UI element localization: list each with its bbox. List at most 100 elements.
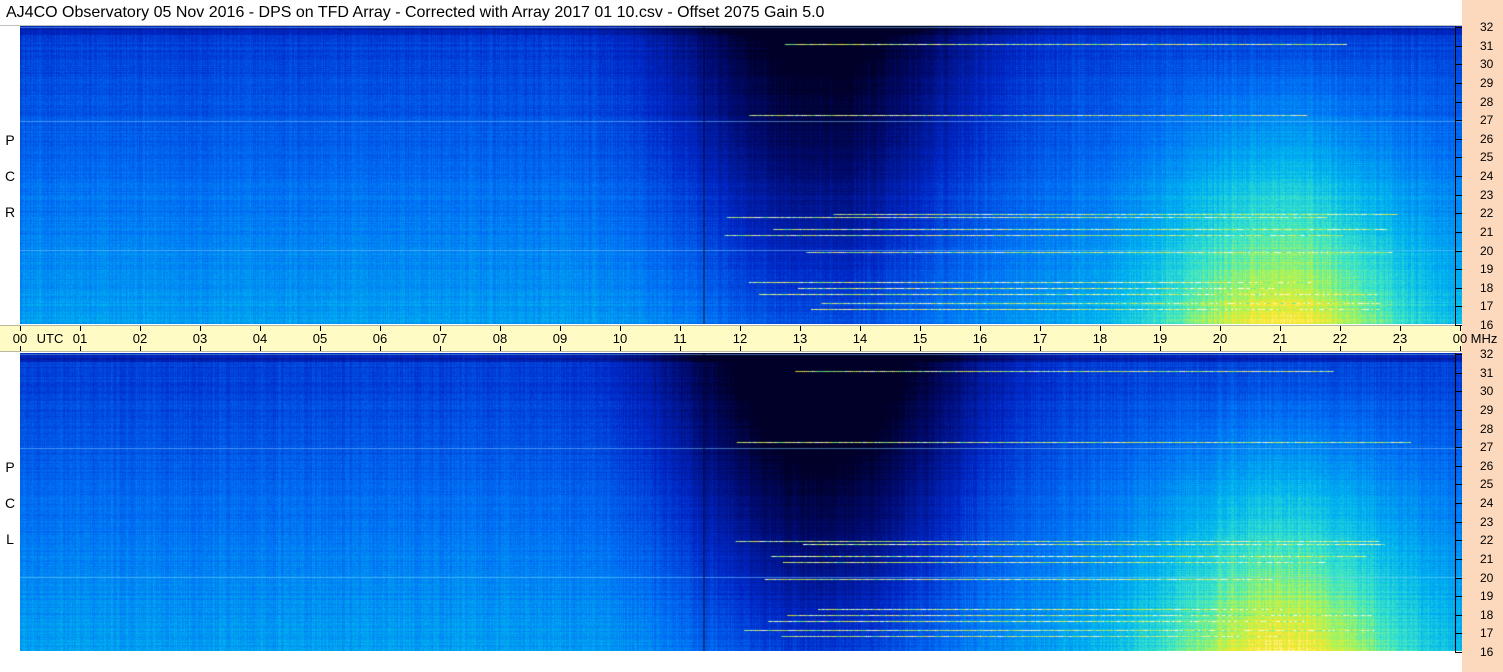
freq-tick-label: 26 — [1480, 131, 1494, 146]
time-tick-label: 02 — [132, 331, 148, 346]
freq-tick-label: 17 — [1480, 626, 1494, 641]
freq-tick — [1456, 176, 1462, 177]
freq-tick-label: 29 — [1480, 75, 1494, 90]
freq-tick — [1456, 558, 1462, 560]
freq-tick-label: 16 — [1480, 645, 1494, 659]
lcp-freq-axis: 16 17 18 19 20 21 22 23 24 25 26 27 28 29 30 31 32 — [1455, 348, 1503, 658]
freq-tick — [1456, 428, 1462, 430]
freq-tick-label: 27 — [1480, 113, 1494, 128]
time-tick — [860, 346, 861, 351]
time-tick — [1220, 326, 1221, 331]
time-tick — [200, 346, 201, 351]
time-tick-label: 01 — [72, 331, 88, 346]
time-tick-label: 14 — [852, 331, 868, 346]
freq-tick — [1456, 157, 1462, 159]
freq-tick — [1456, 652, 1462, 653]
freq-tick — [1456, 213, 1462, 215]
time-tick — [920, 326, 921, 331]
time-tick — [740, 346, 741, 351]
freq-tick-label: 20 — [1480, 243, 1494, 258]
time-tick — [620, 346, 621, 351]
time-tick — [920, 346, 921, 351]
freq-tick-label: 32 — [1480, 347, 1494, 361]
freq-tick — [1456, 465, 1462, 467]
freq-tick — [1456, 391, 1462, 393]
freq-tick-label: 28 — [1480, 421, 1494, 436]
time-tick — [800, 346, 801, 351]
freq-tick — [1456, 45, 1462, 47]
time-tick — [1460, 326, 1461, 331]
time-tick-label: 07 — [432, 331, 448, 346]
time-tick — [1460, 346, 1461, 351]
freq-tick — [1456, 306, 1462, 308]
freq-tick-label: 32 — [1480, 20, 1494, 34]
time-tick — [260, 346, 261, 351]
freq-tick-label: 16 — [1480, 318, 1494, 332]
freq-tick-label: 18 — [1480, 607, 1494, 622]
time-tick-label: 23 — [1392, 331, 1408, 346]
time-tick — [380, 346, 381, 351]
time-tick-label: 00 — [1452, 331, 1468, 346]
rcp-freq-axis: 16 17 18 19 20 21 22 23 24 25 26 27 28 29 30 31 32 — [1455, 21, 1503, 331]
time-tick-label: 16 — [972, 331, 988, 346]
time-tick — [20, 326, 21, 331]
time-tick-label: 21 — [1272, 331, 1288, 346]
time-tick — [740, 326, 741, 331]
freq-tick-label: 19 — [1480, 262, 1494, 277]
freq-tick — [1456, 194, 1462, 196]
time-tick-label: 08 — [492, 331, 508, 346]
freq-tick — [1456, 325, 1462, 326]
freq-tick-label: 30 — [1480, 384, 1494, 399]
freq-tick — [1456, 409, 1462, 411]
freq-tick-label: 28 — [1480, 94, 1494, 109]
freq-tick-label: 29 — [1480, 402, 1494, 417]
freq-tick — [1456, 120, 1462, 122]
time-tick — [1400, 326, 1401, 331]
time-tick-label: 04 — [252, 331, 268, 346]
freq-tick-label: 31 — [1480, 365, 1494, 380]
time-tick — [1160, 346, 1161, 351]
freq-tick — [1456, 354, 1462, 355]
freq-tick — [1456, 287, 1462, 289]
freq-tick-label: 22 — [1480, 206, 1494, 221]
freq-tick — [1456, 138, 1462, 140]
time-tick-label: UTC — [36, 331, 64, 346]
time-tick — [1280, 326, 1281, 331]
time-tick — [680, 346, 681, 351]
time-tick-label: 11 — [673, 331, 687, 346]
freq-tick-label: 23 — [1480, 187, 1494, 202]
freq-tick-label: 21 — [1480, 224, 1494, 239]
time-tick — [140, 326, 141, 331]
time-tick — [20, 346, 21, 351]
time-tick — [980, 326, 981, 331]
time-tick — [1220, 346, 1221, 351]
time-tick-label: 06 — [372, 331, 388, 346]
time-tick — [1340, 346, 1341, 351]
time-tick — [560, 346, 561, 351]
rcp-letter-r: R — [4, 204, 16, 220]
time-tick — [320, 326, 321, 331]
freq-tick — [1456, 540, 1462, 542]
time-tick-label: 18 — [1092, 331, 1108, 346]
freq-tick — [1456, 231, 1462, 233]
freq-tick-label: 17 — [1480, 299, 1494, 314]
freq-tick-label: 18 — [1480, 280, 1494, 295]
freq-tick-label: 25 — [1480, 477, 1494, 492]
time-tick — [860, 326, 861, 331]
time-tick-label: 13 — [792, 331, 808, 346]
time-tick — [560, 326, 561, 331]
time-tick-label: MHz — [1470, 331, 1498, 346]
time-tick-label: 10 — [612, 331, 628, 346]
time-tick — [320, 346, 321, 351]
freq-tick — [1456, 577, 1462, 579]
freq-tick — [1456, 484, 1462, 486]
time-tick — [80, 326, 81, 331]
time-tick — [1160, 326, 1161, 331]
lcp-spectrogram-canvas — [20, 353, 1462, 651]
time-tick — [500, 326, 501, 331]
rcp-letter-c: C — [4, 168, 16, 184]
freq-tick-label: 21 — [1480, 551, 1494, 566]
time-tick — [1280, 346, 1281, 351]
rcp-spectrogram — [20, 26, 1462, 324]
lcp-letter-l: L — [6, 531, 14, 547]
